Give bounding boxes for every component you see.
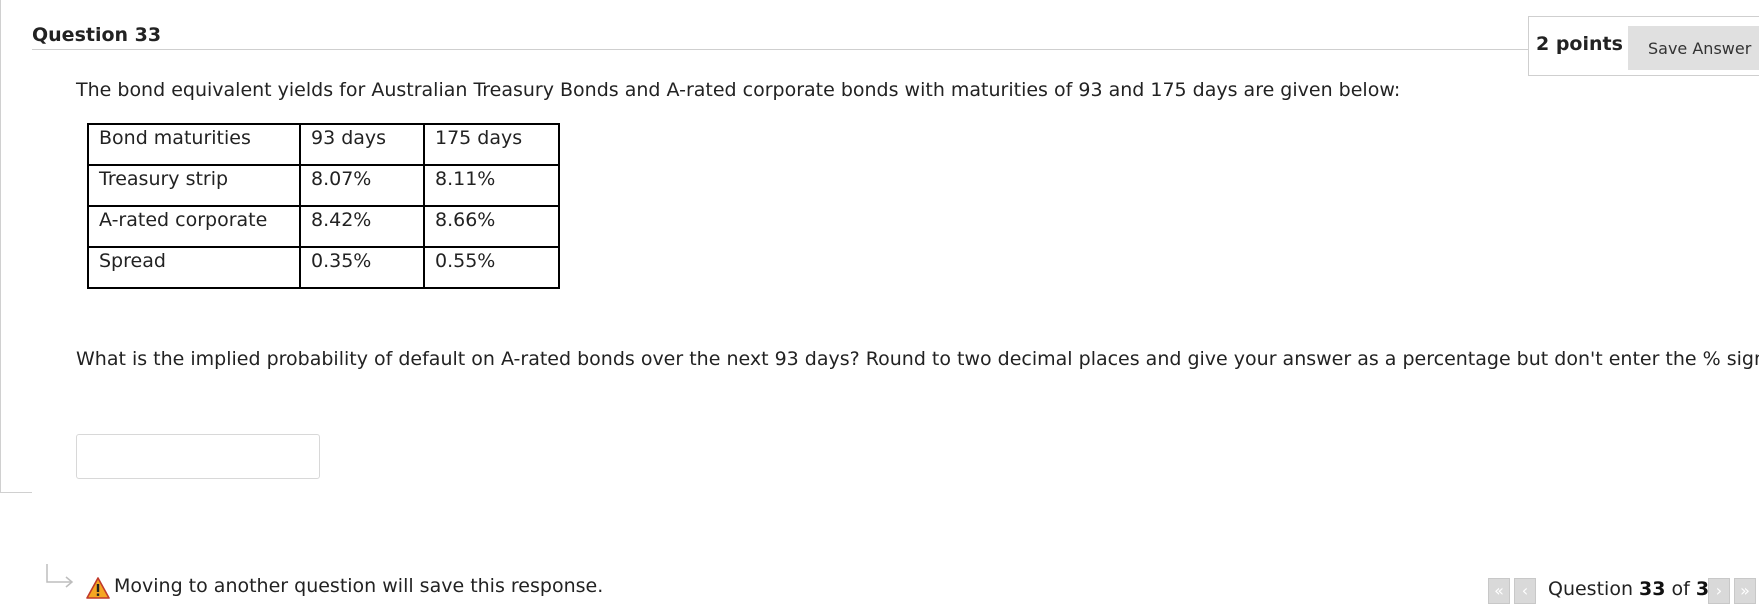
table-row: A-rated corporate 8.42% 8.66%: [87, 205, 560, 248]
question-prompt: The bond equivalent yields for Australia…: [76, 79, 1401, 101]
table-cell: 8.42%: [299, 205, 425, 248]
title-divider: [32, 49, 1532, 50]
question-text: What is the implied probability of defau…: [76, 348, 1759, 370]
table-row: Treasury strip 8.07% 8.11%: [87, 164, 560, 207]
question-counter: Question 33 of 35: [1548, 578, 1722, 600]
question-frame-bottom-border: [0, 492, 32, 493]
table-cell: 0.55%: [423, 246, 560, 289]
counter-prefix: Question: [1548, 578, 1633, 600]
table-header-cell: 93 days: [299, 123, 425, 166]
table-header-row: Bond maturities 93 days 175 days: [87, 123, 560, 166]
table-header-cell: 175 days: [423, 123, 560, 166]
yields-table: Bond maturities 93 days 175 days Treasur…: [87, 123, 560, 289]
table-cell: 8.11%: [423, 164, 560, 207]
table-cell: 8.66%: [423, 205, 560, 248]
last-question-button[interactable]: »: [1734, 578, 1756, 604]
return-arrow-icon: [46, 564, 74, 588]
table-cell: A-rated corporate: [87, 205, 301, 248]
answer-input[interactable]: [76, 434, 320, 479]
question-title: Question 33: [32, 24, 162, 46]
table-header-cell: Bond maturities: [87, 123, 301, 166]
save-warning-message: Moving to another question will save thi…: [114, 575, 604, 597]
table-cell: Treasury strip: [87, 164, 301, 207]
counter-of: of: [1671, 578, 1690, 600]
warning-icon: [86, 577, 110, 599]
table-cell: Spread: [87, 246, 301, 289]
table-cell: 0.35%: [299, 246, 425, 289]
counter-current: 33: [1639, 578, 1666, 600]
question-frame-left-border: [0, 0, 1, 493]
next-question-button[interactable]: ›: [1708, 578, 1730, 604]
first-question-button[interactable]: «: [1488, 578, 1510, 604]
table-row: Spread 0.35% 0.55%: [87, 246, 560, 289]
points-label: 2 points: [1536, 33, 1623, 55]
save-answer-button[interactable]: Save Answer: [1628, 26, 1759, 70]
previous-question-button[interactable]: ‹: [1514, 578, 1536, 604]
table-cell: 8.07%: [299, 164, 425, 207]
